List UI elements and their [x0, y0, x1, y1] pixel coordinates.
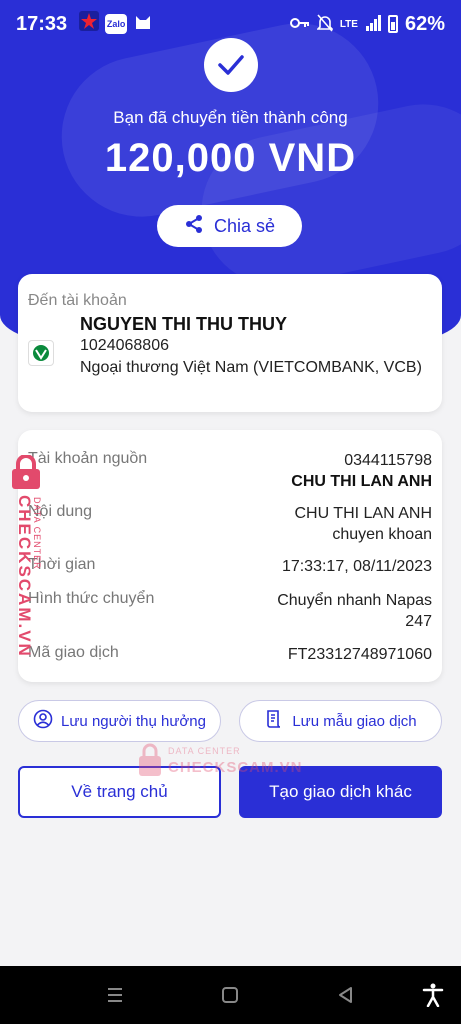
save-template-button[interactable]: Lưu mẫu giao dịch: [239, 700, 442, 742]
star-app-icon: [79, 11, 100, 37]
share-button[interactable]: Chia sẻ: [157, 205, 302, 247]
recipient-card: Đến tài khoản NGUYEN THI THU THUY 102406…: [18, 274, 442, 412]
success-check-icon: [204, 38, 258, 92]
content-label: Nội dung: [28, 503, 93, 520]
source-account-number: 0344115798: [344, 452, 432, 469]
mute-icon: [315, 13, 334, 35]
accessibility-icon[interactable]: [418, 980, 448, 1010]
share-label: Chia sẻ: [213, 215, 276, 236]
home-button[interactable]: Về trang chủ: [18, 766, 221, 818]
user-circle-icon: [33, 709, 53, 733]
transaction-id-row: Mã giao dịch FT23312748971060: [28, 644, 432, 665]
source-account-name: CHU THI LAN ANH: [291, 473, 432, 490]
method-label: Hình thức chuyển: [28, 590, 155, 607]
method-line-1: Chuyển nhanh Napas: [277, 592, 432, 609]
watermark-center-subtext: DATA CENTER: [168, 746, 241, 756]
zalo-icon: Zalo: [105, 14, 128, 34]
recipient-name: NGUYEN THI THU THUY: [80, 314, 287, 334]
back-nav-icon[interactable]: [330, 980, 360, 1010]
method-line-2: 247: [405, 613, 432, 630]
system-nav-bar: [0, 966, 461, 1024]
source-account-row: Tài khoản nguồn 0344115798 CHU THI LAN A…: [28, 450, 432, 492]
vietcombank-logo-icon: [28, 340, 54, 366]
save-recipient-button[interactable]: Lưu người thụ hưởng: [18, 700, 221, 742]
battery-percent: 62%: [404, 12, 445, 35]
home-nav-icon[interactable]: [215, 980, 245, 1010]
signal-icon: [365, 14, 381, 34]
content-line-2: chuyen khoan: [332, 526, 432, 543]
content-row: Nội dung CHU THI LAN ANH chuyen khoan: [28, 503, 432, 545]
save-recipient-label: Lưu người thụ hưởng: [61, 712, 206, 730]
transaction-id-label: Mã giao dịch: [28, 644, 119, 661]
time-label: Thời gian: [28, 556, 96, 573]
cat-app-icon: [133, 11, 153, 37]
success-message: Bạn đã chuyển tiền thành công: [113, 108, 348, 127]
transfer-amount: 120,000 VND: [104, 136, 357, 180]
new-transaction-button[interactable]: Tạo giao dịch khác: [239, 766, 442, 818]
status-time: 17:33: [16, 12, 68, 35]
source-account-label: Tài khoản nguồn: [28, 450, 148, 467]
recipient-bank: Ngoại thương Việt Nam (VIETCOMBANK, VCB): [80, 359, 422, 376]
content-line-1: CHU THI LAN ANH: [294, 505, 432, 522]
recent-apps-icon[interactable]: [100, 980, 130, 1010]
method-row: Hình thức chuyển Chuyển nhanh Napas 247: [28, 590, 432, 632]
lte-label: LTE: [339, 18, 358, 30]
transaction-details-card: Tài khoản nguồn 0344115798 CHU THI LAN A…: [18, 430, 442, 682]
battery-icon: [387, 15, 398, 33]
time-value: 17:33:17, 08/11/2023: [281, 558, 432, 575]
time-row: Thời gian 17:33:17, 08/11/2023: [28, 556, 432, 577]
receipt-icon: [264, 709, 284, 733]
recipient-account: 1024068806: [80, 337, 169, 354]
share-icon: [184, 214, 204, 239]
key-icon: [289, 16, 310, 33]
transaction-id-value: FT23312748971060: [287, 646, 432, 663]
recipient-label: Đến tài khoản: [28, 292, 127, 309]
save-template-label: Lưu mẫu giao dịch: [292, 712, 417, 730]
